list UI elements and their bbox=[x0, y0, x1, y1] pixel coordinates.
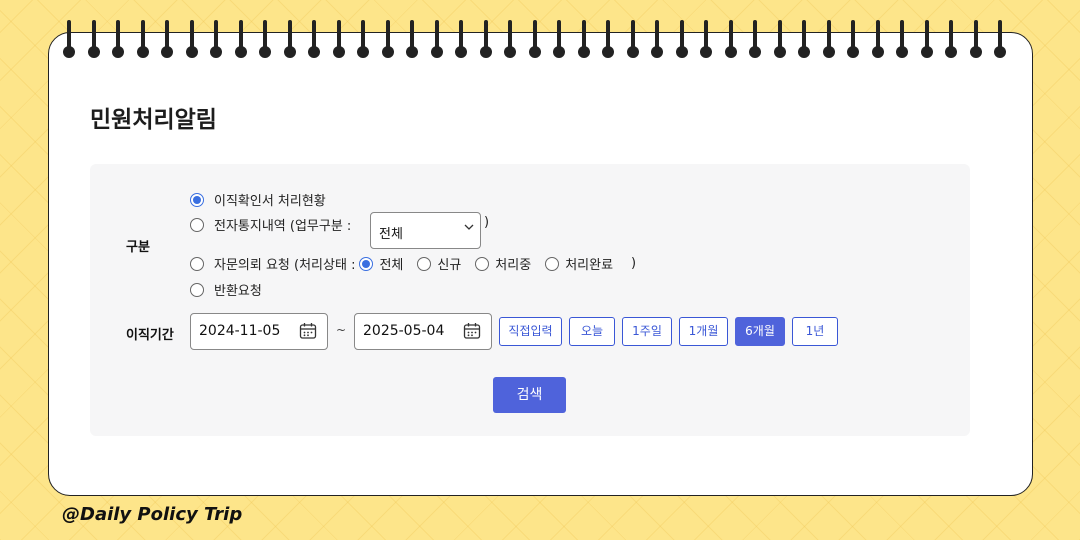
binding-ring bbox=[307, 20, 321, 58]
binding-ring bbox=[969, 20, 983, 58]
binding-ring bbox=[405, 20, 419, 58]
binding-ring bbox=[332, 20, 346, 58]
binding-ring bbox=[430, 20, 444, 58]
option-advisory-request-label: 자문의뢰 요청 (처리상태 : bbox=[214, 258, 356, 273]
option-electronic-notice-label: 전자통지내역 (업무구분 : bbox=[214, 219, 352, 234]
quick-range-1month-button[interactable]: 1개월 bbox=[679, 317, 728, 346]
option-separation-certificate[interactable]: 이직확인서 처리현황 bbox=[190, 190, 326, 209]
option-electronic-notice[interactable]: 전자통지내역 (업무구분 : bbox=[190, 215, 351, 234]
binding-ring bbox=[650, 20, 664, 58]
work-type-close-paren: ) bbox=[484, 215, 490, 230]
status-close-paren: ) bbox=[631, 256, 637, 271]
start-date-input[interactable]: 2024-11-05 bbox=[190, 313, 328, 350]
option-return-request-label: 반환요청 bbox=[214, 284, 262, 299]
end-date-input[interactable]: 2025-05-04 bbox=[354, 313, 492, 350]
end-date-value: 2025-05-04 bbox=[363, 323, 445, 339]
option-advisory-request[interactable]: 자문의뢰 요청 (처리상태 : 전체 신규 처리중 처리완료 ) bbox=[190, 254, 636, 273]
calendar-icon[interactable] bbox=[299, 322, 317, 340]
status-option-all[interactable]: 전체 bbox=[359, 254, 403, 273]
quick-range-6months-button[interactable]: 6개월 bbox=[735, 317, 785, 346]
radio-return-request[interactable] bbox=[190, 282, 204, 297]
binding-ring bbox=[675, 20, 689, 58]
quick-range-today-button[interactable]: 오늘 bbox=[569, 317, 615, 346]
binding-ring bbox=[601, 20, 615, 58]
radio-separation-certificate[interactable] bbox=[190, 192, 204, 207]
binding-ring bbox=[479, 20, 493, 58]
status-option-in-progress[interactable]: 처리중 bbox=[475, 254, 531, 273]
binding-ring bbox=[552, 20, 566, 58]
binding-ring bbox=[283, 20, 297, 58]
binding-ring bbox=[503, 20, 517, 58]
date-separator: ~ bbox=[336, 323, 347, 337]
binding-ring bbox=[895, 20, 909, 58]
radio-status-new[interactable] bbox=[417, 256, 432, 271]
watermark-text: @Daily Policy Trip bbox=[62, 504, 243, 525]
work-type-select-value: 전체 bbox=[379, 227, 403, 242]
spiral-binding bbox=[62, 20, 1012, 60]
option-separation-certificate-label: 이직확인서 처리현황 bbox=[214, 194, 326, 209]
search-button[interactable]: 검색 bbox=[493, 377, 566, 413]
binding-ring bbox=[381, 20, 395, 58]
calendar-icon[interactable] bbox=[463, 322, 481, 340]
binding-ring bbox=[356, 20, 370, 58]
binding-ring bbox=[62, 20, 76, 58]
binding-ring bbox=[773, 20, 787, 58]
period-label: 이직기간 bbox=[126, 328, 174, 343]
binding-ring bbox=[822, 20, 836, 58]
binding-ring bbox=[993, 20, 1007, 58]
quick-range-1year-button[interactable]: 1년 bbox=[792, 317, 838, 346]
status-option-complete-label: 처리완료 bbox=[565, 258, 614, 273]
work-type-select[interactable]: 전체 bbox=[370, 212, 481, 249]
binding-ring bbox=[797, 20, 811, 58]
binding-ring bbox=[699, 20, 713, 58]
binding-ring bbox=[577, 20, 591, 58]
status-option-complete[interactable]: 처리완료 bbox=[545, 254, 613, 273]
binding-ring bbox=[258, 20, 272, 58]
status-option-all-label: 전체 bbox=[379, 258, 404, 273]
option-return-request[interactable]: 반환요청 bbox=[190, 280, 262, 299]
binding-ring bbox=[234, 20, 248, 58]
binding-ring bbox=[87, 20, 101, 58]
status-option-new-label: 신규 bbox=[437, 258, 462, 273]
binding-ring bbox=[209, 20, 223, 58]
binding-ring bbox=[136, 20, 150, 58]
radio-status-in-progress[interactable] bbox=[475, 256, 490, 271]
binding-ring bbox=[920, 20, 934, 58]
binding-ring bbox=[160, 20, 174, 58]
quick-range-direct-input-button[interactable]: 직접입력 bbox=[499, 317, 562, 346]
status-option-new[interactable]: 신규 bbox=[417, 254, 461, 273]
binding-ring bbox=[185, 20, 199, 58]
binding-ring bbox=[454, 20, 468, 58]
binding-ring bbox=[724, 20, 738, 58]
binding-ring bbox=[944, 20, 958, 58]
chevron-down-icon bbox=[464, 222, 474, 235]
binding-ring bbox=[626, 20, 640, 58]
radio-status-complete[interactable] bbox=[545, 256, 560, 271]
binding-ring bbox=[111, 20, 125, 58]
status-option-in-progress-label: 처리중 bbox=[495, 258, 532, 273]
quick-range-1week-button[interactable]: 1주일 bbox=[622, 317, 672, 346]
binding-ring bbox=[528, 20, 542, 58]
category-label: 구분 bbox=[126, 240, 150, 255]
binding-ring bbox=[871, 20, 885, 58]
radio-advisory-request[interactable] bbox=[190, 256, 204, 271]
binding-ring bbox=[748, 20, 762, 58]
radio-status-all[interactable] bbox=[359, 256, 374, 271]
start-date-value: 2024-11-05 bbox=[199, 323, 281, 339]
page-title: 민원처리알림 bbox=[90, 107, 217, 133]
binding-ring bbox=[846, 20, 860, 58]
radio-electronic-notice[interactable] bbox=[190, 217, 204, 232]
